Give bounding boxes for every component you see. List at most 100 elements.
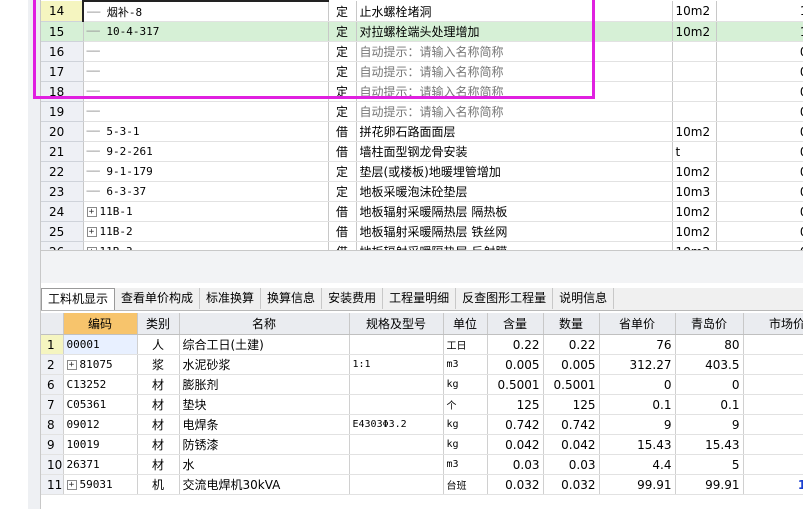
quota-code-cell[interactable]: ── — [83, 61, 329, 82]
column-header[interactable]: 编码 — [63, 313, 138, 335]
quota-unit[interactable]: t — [672, 141, 717, 162]
resource-market-price[interactable]: 0 — [743, 394, 803, 415]
resource-spec[interactable] — [349, 374, 444, 395]
resource-name[interactable]: 垫块 — [179, 394, 350, 415]
resource-content[interactable]: 0.042 — [487, 434, 544, 455]
resource-qingdao-price[interactable]: 15.43 — [675, 434, 744, 455]
quota-code-cell[interactable]: ── — [83, 41, 329, 62]
quota-row[interactable]: 24+11B-1借地板辐射采暖隔热层 隔热板10m20 — [41, 201, 803, 222]
resource-unit[interactable]: 工日 — [443, 334, 488, 355]
resource-market-price[interactable] — [743, 414, 803, 435]
quota-quantity[interactable]: 0 — [716, 121, 803, 142]
quota-type[interactable]: 借 — [328, 121, 357, 142]
resource-row[interactable]: 7C05361材垫块个1251250.10.10 — [41, 394, 803, 415]
resource-market-price[interactable]: 15 — [743, 434, 803, 455]
column-header[interactable]: 类别 — [137, 313, 180, 335]
resource-province-price[interactable]: 312.27 — [599, 354, 676, 375]
resource-unit[interactable]: kg — [443, 414, 488, 435]
resource-unit[interactable]: kg — [443, 374, 488, 395]
quota-name[interactable]: 地板辐射采暖隔热层 铁丝网 — [356, 221, 673, 242]
quota-row[interactable]: 25+11B-2借地板辐射采暖隔热层 铁丝网10m20 — [41, 221, 803, 242]
quota-quantity[interactable]: 1 — [716, 21, 803, 42]
quota-unit[interactable]: 10m2 — [672, 241, 717, 250]
resource-market-price[interactable]: 403 — [743, 354, 803, 375]
resource-province-price[interactable]: 4.4 — [599, 454, 676, 475]
resource-row[interactable]: 2+81075浆水泥砂浆1:1m30.0050.005312.27403.540… — [41, 354, 803, 375]
quota-quantity[interactable]: 0 — [716, 141, 803, 162]
resource-code-cell[interactable]: 09012 — [63, 414, 138, 435]
quota-row[interactable]: 26+11B-3借地板辐射采暖隔热层 反射膜10m20 — [41, 241, 803, 250]
quota-code-cell[interactable]: +11B-3 — [83, 241, 329, 250]
quota-type[interactable]: 定 — [328, 181, 357, 202]
resource-content[interactable]: 0.03 — [487, 454, 544, 475]
resource-name[interactable]: 水 — [179, 454, 350, 475]
resource-quantity[interactable]: 0.5001 — [543, 374, 600, 395]
resource-spec[interactable]: 1:1 — [349, 354, 444, 375]
resource-name[interactable]: 水泥砂浆 — [179, 354, 350, 375]
quota-unit[interactable] — [672, 101, 717, 122]
quota-quantity[interactable]: 1 — [716, 1, 803, 22]
quota-code-cell[interactable]: ── 5-3-1 — [83, 121, 329, 142]
resource-row[interactable]: 1 00001 人综合工日(土建) 工日 0.22 0.22 76 80 — [41, 334, 803, 355]
resource-category[interactable]: 机 — [137, 474, 180, 495]
column-header[interactable]: 数量 — [543, 313, 600, 335]
quota-row[interactable]: 23── 6-3-37定地板采暖泡沫砼垫层10m30 — [41, 181, 803, 202]
resource-province-price[interactable]: 0.1 — [599, 394, 676, 415]
resource-code-cell[interactable]: C05361 — [63, 394, 138, 415]
quota-code-cell[interactable]: ── 9-2-261 — [83, 141, 329, 162]
resource-market-price[interactable]: 109. — [743, 474, 803, 495]
resource-spec[interactable] — [349, 474, 444, 495]
expand-icon[interactable]: + — [86, 207, 97, 217]
quota-name[interactable]: 止水螺栓堵洞 — [356, 1, 673, 22]
resource-province-price[interactable]: 99.91 — [599, 474, 676, 495]
quota-row[interactable]: 18── 定自动提示：请输入名称简称 0 — [41, 81, 803, 102]
resource-row[interactable]: 8 09012 材电焊条 E4303Φ3.2 kg 0.742 0.742 9 9 — [41, 414, 803, 435]
resource-category[interactable]: 材 — [137, 454, 180, 475]
resource-name[interactable]: 电焊条 — [179, 414, 350, 435]
resource-spec[interactable]: E4303Φ3.2 — [349, 414, 444, 435]
tab-8[interactable]: 说明信息 — [553, 288, 615, 309]
quota-quantity[interactable]: 0 — [716, 161, 803, 182]
resource-quantity[interactable]: 125 — [543, 394, 600, 415]
quota-unit[interactable]: 10m2 — [672, 201, 717, 222]
resource-name[interactable]: 防锈漆 — [179, 434, 350, 455]
quota-unit[interactable]: 10m2 — [672, 1, 717, 22]
tab-2[interactable]: 查看单价构成 — [115, 288, 201, 309]
resource-quantity[interactable]: 0.042 — [543, 434, 600, 455]
tab-4[interactable]: 换算信息 — [261, 288, 323, 309]
tab-6[interactable]: 工程量明细 — [383, 288, 457, 309]
resource-code-cell[interactable]: 00001 — [63, 334, 138, 355]
quota-name[interactable]: 墙柱面型钢龙骨安装 — [356, 141, 673, 162]
quota-type[interactable]: 借 — [328, 141, 357, 162]
quota-quantity[interactable]: 0 — [716, 101, 803, 122]
quota-type[interactable]: 定 — [328, 41, 357, 62]
resource-category[interactable]: 材 — [137, 434, 180, 455]
resource-row[interactable]: 11 +59031 机交流电焊机30kVA 台班 0.032 0.032 99.91 99.9… — [41, 474, 803, 495]
quota-row[interactable]: 22── 9-1-179定垫层(或楼板)地暖埋管增加10m20 — [41, 161, 803, 182]
expand-icon[interactable]: + — [86, 227, 97, 237]
quota-name[interactable]: 地板辐射采暖隔热层 反射膜 — [356, 241, 673, 250]
resource-code-cell[interactable]: +81075 — [63, 354, 138, 375]
quota-type[interactable]: 借 — [328, 201, 357, 222]
resource-unit[interactable]: kg — [443, 434, 488, 455]
resource-qingdao-price[interactable]: 5 — [675, 454, 744, 475]
resource-quantity[interactable]: 0.22 — [543, 334, 600, 355]
quota-type[interactable]: 定 — [328, 1, 357, 22]
quota-unit[interactable]: 10m2 — [672, 221, 717, 242]
tab-5[interactable]: 安装费用 — [322, 288, 384, 309]
quota-unit[interactable] — [672, 41, 717, 62]
quota-quantity[interactable]: 0 — [716, 61, 803, 82]
expand-icon[interactable]: + — [66, 360, 77, 370]
column-header[interactable]: 单位 — [443, 313, 488, 335]
quota-unit[interactable]: 10m3 — [672, 181, 717, 202]
resource-code-cell[interactable]: 26371 — [63, 454, 138, 475]
quota-type[interactable]: 定 — [328, 161, 357, 182]
tab-7[interactable]: 反查图形工程量 — [456, 288, 554, 309]
column-header[interactable]: 规格及型号 — [349, 313, 444, 335]
resource-content[interactable]: 0.032 — [487, 474, 544, 495]
quota-type[interactable]: 定 — [328, 81, 357, 102]
quota-type[interactable]: 定 — [328, 101, 357, 122]
resource-province-price[interactable]: 9 — [599, 414, 676, 435]
resource-row[interactable]: 6 C13252 材膨胀剂 kg 0.5001 0.5001 0 0 — [41, 374, 803, 395]
resource-spec[interactable] — [349, 394, 444, 415]
